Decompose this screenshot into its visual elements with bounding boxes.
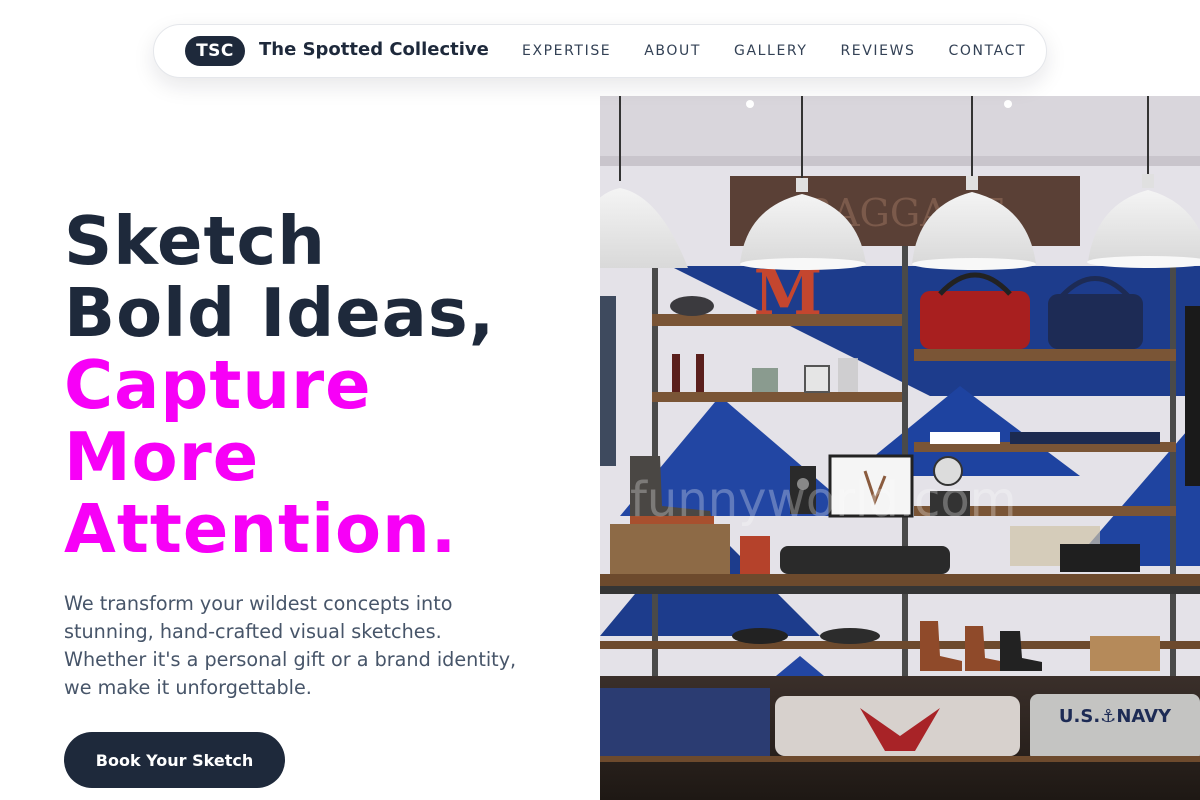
hero-description: We transform your wildest concepts into … xyxy=(64,590,564,702)
headline-accent-line: More xyxy=(64,418,260,496)
nav-link-contact[interactable]: CONTACT xyxy=(949,43,1027,59)
hero-store-image: BAGGAGE M U.S.⚓NAVY funnyworld.com xyxy=(600,96,1200,800)
nav-link-expertise[interactable]: EXPERTISE xyxy=(522,43,611,59)
description-line: We transform your wildest concepts into xyxy=(64,592,453,615)
top-navigation: TSC The Spotted Collective EXPERTISE ABO… xyxy=(153,24,1047,78)
headline-line: Sketch xyxy=(64,202,326,280)
watermark-text: funnyworld.com xyxy=(630,472,1017,528)
nav-links: EXPERTISE ABOUT GALLERY REVIEWS CONTACT xyxy=(522,43,1026,59)
nav-link-reviews[interactable]: REVIEWS xyxy=(840,43,915,59)
shirt-text: U.S.⚓NAVY xyxy=(1059,706,1172,727)
nav-link-about[interactable]: ABOUT xyxy=(644,43,701,59)
description-line: Whether it's a personal gift or a brand … xyxy=(64,648,517,671)
hero-headline: Sketch Bold Ideas, Capture More Attentio… xyxy=(64,205,495,565)
headline-accent-line: Attention. xyxy=(64,490,458,568)
headline-line: Bold Ideas, xyxy=(64,274,496,352)
headline-accent-line: Capture xyxy=(64,346,372,424)
brand-name[interactable]: The Spotted Collective xyxy=(259,39,489,60)
store-scene-illustration: BAGGAGE M U.S.⚓NAVY funnyworld.com xyxy=(600,96,1200,800)
nav-link-gallery[interactable]: GALLERY xyxy=(734,43,807,59)
book-sketch-button[interactable]: Book Your Sketch xyxy=(64,732,285,788)
description-line: stunning, hand-crafted visual sketches. xyxy=(64,620,442,643)
description-line: we make it unforgettable. xyxy=(64,676,312,699)
logo-badge[interactable]: TSC xyxy=(185,36,245,66)
